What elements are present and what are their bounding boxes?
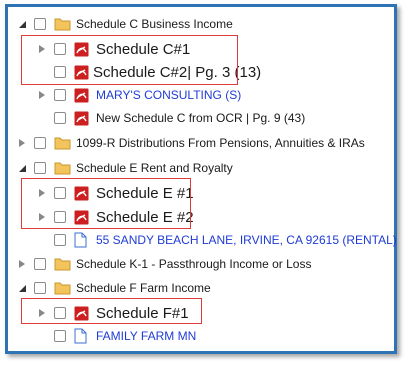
row-label: 1099-R Distributions From Pensions, Annu… (76, 136, 365, 150)
folder-icon (54, 16, 71, 32)
checkbox[interactable] (54, 112, 66, 124)
collapsed-arrow-icon[interactable] (16, 137, 28, 149)
highlight-box-schedule-e (21, 178, 191, 229)
row-label: New Schedule C from OCR | Pg. 9 (43) (96, 111, 306, 125)
collapsed-arrow-icon[interactable] (36, 89, 48, 101)
tree-row-marys-consulting[interactable]: MARY'S CONSULTING (S) (36, 83, 241, 107)
row-label: Schedule K-1 - Passthrough Income or Los… (76, 257, 312, 271)
collapsed-arrow-icon[interactable] (16, 258, 28, 270)
row-label: Schedule F Farm Income (76, 281, 211, 295)
highlight-box-schedule-c (21, 35, 238, 85)
tree-row-schedule-f[interactable]: Schedule F Farm Income (16, 276, 211, 300)
folder-icon (54, 256, 71, 272)
expanded-arrow-icon[interactable] (16, 282, 28, 294)
tree-row-1099r[interactable]: 1099-R Distributions From Pensions, Annu… (16, 131, 365, 155)
row-label[interactable]: FAMILY FARM MN (96, 329, 196, 343)
pdf-icon (74, 87, 91, 103)
document-tree-panel: Schedule C Business Income Schedule C#1 … (5, 4, 397, 354)
folder-icon (54, 280, 71, 296)
checkbox[interactable] (34, 162, 46, 174)
document-icon (74, 232, 91, 248)
row-label: Schedule C Business Income (76, 17, 233, 31)
pdf-icon (74, 110, 91, 126)
folder-icon (54, 135, 71, 151)
expanded-arrow-icon[interactable] (16, 18, 28, 30)
tree-row-sandy-beach[interactable]: 55 SANDY BEACH LANE, IRVINE, CA 92615 (R… (54, 228, 397, 252)
tree-row-schedule-k1[interactable]: Schedule K-1 - Passthrough Income or Los… (16, 252, 311, 276)
tree-row-schedule-e[interactable]: Schedule E Rent and Royalty (16, 156, 233, 180)
checkbox[interactable] (54, 234, 66, 246)
row-label[interactable]: 55 SANDY BEACH LANE, IRVINE, CA 92615 (R… (96, 233, 397, 247)
row-label: Schedule E Rent and Royalty (76, 161, 233, 175)
tree-row-family-farm[interactable]: FAMILY FARM MN (54, 324, 196, 348)
checkbox[interactable] (54, 89, 66, 101)
checkbox[interactable] (54, 330, 66, 342)
highlight-box-schedule-f (21, 298, 202, 324)
tree-row-schedule-c[interactable]: Schedule C Business Income (16, 12, 233, 36)
row-label[interactable]: MARY'S CONSULTING (S) (96, 88, 241, 102)
checkbox[interactable] (34, 258, 46, 270)
expanded-arrow-icon[interactable] (16, 162, 28, 174)
checkbox[interactable] (34, 137, 46, 149)
checkbox[interactable] (34, 282, 46, 294)
document-icon (74, 328, 91, 344)
checkbox[interactable] (34, 18, 46, 30)
folder-icon (54, 160, 71, 176)
tree-row-new-schedule-c[interactable]: New Schedule C from OCR | Pg. 9 (43) (54, 106, 305, 130)
